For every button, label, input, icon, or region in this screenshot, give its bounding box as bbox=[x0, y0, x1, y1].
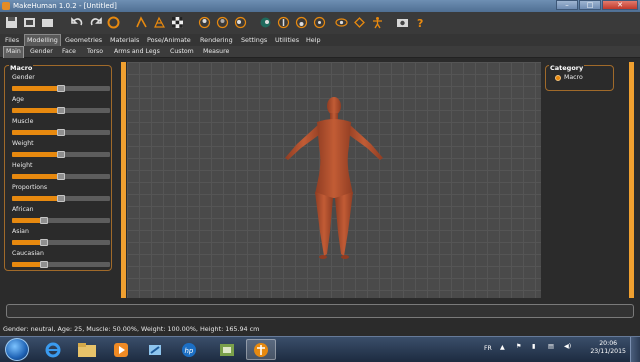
tab-rendering[interactable]: Rendering bbox=[198, 35, 235, 45]
toolbar: ? bbox=[0, 12, 640, 34]
slider-label-weight: Weight bbox=[12, 140, 34, 147]
window-title: MakeHuman 1.0.2 - [Untitled] bbox=[13, 2, 117, 10]
makehuman-app-icon bbox=[2, 2, 10, 10]
tab-pose-animate[interactable]: Pose/Animate bbox=[145, 35, 193, 45]
weight-slider[interactable] bbox=[12, 151, 110, 158]
category-panel: Category Macro bbox=[545, 64, 614, 91]
title-bar: MakeHuman 1.0.2 - [Untitled] – □ ✕ bbox=[0, 0, 640, 12]
height-slider[interactable] bbox=[12, 173, 110, 180]
eye-icon[interactable] bbox=[334, 15, 349, 30]
slider-label-caucasian: Caucasian bbox=[12, 250, 44, 257]
asian-slider[interactable] bbox=[12, 239, 110, 246]
muscle-slider[interactable] bbox=[12, 129, 110, 136]
subtab-torso[interactable]: Torso bbox=[85, 47, 105, 56]
macro-panel: Macro Gender Age Muscle Weight Height Pr… bbox=[4, 64, 112, 271]
tab-settings[interactable]: Settings bbox=[239, 35, 269, 45]
caucasian-slider[interactable] bbox=[12, 261, 110, 268]
subtab-face[interactable]: Face bbox=[60, 47, 78, 56]
checker-icon[interactable] bbox=[170, 15, 185, 30]
tab-utilities[interactable]: Utilities bbox=[273, 35, 301, 45]
slider-label-proportions: Proportions bbox=[12, 184, 48, 191]
tab-files[interactable]: Files bbox=[3, 35, 21, 45]
reset-camera-icon[interactable] bbox=[312, 15, 327, 30]
windows-taskbar: hp FR ▲ ⚑ ▮ ▤ ◀) 20:06 23/11/2015 bbox=[0, 336, 640, 362]
right-panel-splitter[interactable] bbox=[629, 62, 634, 298]
notification-icon[interactable]: ⚑ bbox=[516, 343, 522, 350]
subtab-gender[interactable]: Gender bbox=[28, 47, 55, 56]
3d-viewport[interactable] bbox=[127, 62, 541, 298]
category-panel-title: Category bbox=[549, 64, 585, 72]
pose-icon[interactable] bbox=[370, 15, 385, 30]
subtab-measure[interactable]: Measure bbox=[201, 47, 231, 56]
smooth-icon[interactable] bbox=[134, 15, 149, 30]
main-tabs: Files Modelling Geometries Materials Pos… bbox=[0, 34, 640, 46]
african-slider[interactable] bbox=[12, 217, 110, 224]
help-icon[interactable]: ? bbox=[413, 15, 428, 30]
svg-text:?: ? bbox=[417, 17, 423, 29]
macro-panel-title: Macro bbox=[9, 64, 34, 72]
age-slider[interactable] bbox=[12, 107, 110, 114]
front-view-icon[interactable] bbox=[197, 15, 212, 30]
svg-text:hp: hp bbox=[185, 347, 194, 355]
network-icon[interactable] bbox=[140, 339, 170, 360]
redo-icon[interactable] bbox=[88, 15, 103, 30]
subtab-custom[interactable]: Custom bbox=[168, 47, 196, 56]
bottom-input-box[interactable] bbox=[6, 304, 634, 318]
start-button[interactable] bbox=[5, 338, 29, 361]
proportions-slider[interactable] bbox=[12, 195, 110, 202]
slider-label-gender: Gender bbox=[12, 74, 35, 81]
macro-radio-label: Macro bbox=[564, 74, 583, 81]
tab-modelling[interactable]: Modelling bbox=[24, 34, 61, 46]
tab-help[interactable]: Help bbox=[304, 35, 323, 45]
slider-label-age: Age bbox=[12, 96, 24, 103]
ie-icon[interactable] bbox=[38, 339, 68, 360]
status-bar: Gender: neutral, Age: 25, Muscle: 50.00%… bbox=[0, 324, 640, 335]
macro-radio-button[interactable] bbox=[555, 75, 561, 81]
minimize-button[interactable]: – bbox=[556, 0, 578, 10]
makehuman-taskbar-icon[interactable] bbox=[246, 339, 276, 360]
human-model bbox=[285, 97, 383, 259]
explorer-icon[interactable] bbox=[72, 339, 102, 360]
screenshot-icon[interactable] bbox=[395, 15, 410, 30]
open-icon[interactable] bbox=[22, 15, 37, 30]
modelling-subtabs: Main Gender Face Torso Arms and Legs Cus… bbox=[0, 46, 640, 58]
gender-slider[interactable] bbox=[12, 85, 110, 92]
right-view-icon[interactable] bbox=[258, 15, 273, 30]
network-tray-icon[interactable]: ▤ bbox=[548, 343, 554, 350]
left-panel-splitter[interactable] bbox=[121, 62, 126, 298]
flag-icon[interactable]: ▮ bbox=[532, 343, 535, 350]
language-indicator[interactable]: FR bbox=[484, 345, 492, 352]
slider-label-height: Height bbox=[12, 162, 33, 169]
volume-icon[interactable]: ◀) bbox=[564, 343, 571, 350]
left-view-icon[interactable] bbox=[233, 15, 248, 30]
media-player-icon[interactable] bbox=[106, 339, 136, 360]
reset-icon[interactable] bbox=[106, 15, 121, 30]
export-icon[interactable] bbox=[40, 15, 55, 30]
subtab-main[interactable]: Main bbox=[3, 46, 24, 58]
maximize-button[interactable]: □ bbox=[579, 0, 601, 10]
bottom-view-icon[interactable] bbox=[294, 15, 309, 30]
show-hidden-icons-icon[interactable]: ▲ bbox=[500, 344, 505, 351]
show-desktop-button[interactable] bbox=[630, 337, 640, 362]
slider-label-african: African bbox=[12, 206, 34, 213]
tab-geometries[interactable]: Geometries bbox=[63, 35, 104, 45]
slider-label-muscle: Muscle bbox=[12, 118, 34, 125]
taskbar-clock[interactable]: 20:06 23/11/2015 bbox=[590, 340, 626, 356]
tab-materials[interactable]: Materials bbox=[108, 35, 141, 45]
subtab-arms-and-legs[interactable]: Arms and Legs bbox=[112, 47, 162, 56]
back-view-icon[interactable] bbox=[215, 15, 230, 30]
clock-date: 23/11/2015 bbox=[590, 348, 626, 355]
grid-icon[interactable] bbox=[352, 15, 367, 30]
save-icon[interactable] bbox=[4, 15, 19, 30]
clock-time: 20:06 bbox=[599, 340, 618, 347]
app-icon[interactable] bbox=[212, 339, 242, 360]
slider-label-asian: Asian bbox=[12, 228, 29, 235]
wireframe-icon[interactable] bbox=[152, 15, 167, 30]
undo-icon[interactable] bbox=[70, 15, 85, 30]
hp-icon[interactable]: hp bbox=[174, 339, 204, 360]
close-button[interactable]: ✕ bbox=[602, 0, 638, 10]
top-view-icon[interactable] bbox=[276, 15, 291, 30]
